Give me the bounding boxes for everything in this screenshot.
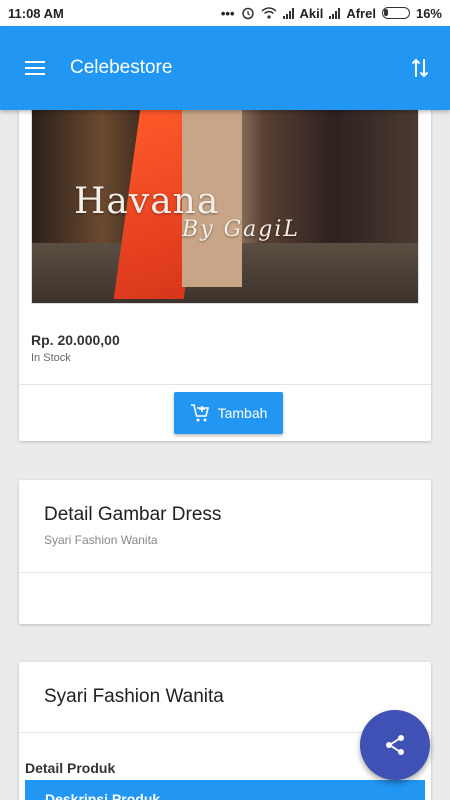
app-bar: Celebestore — [0, 26, 450, 110]
status-time: 11:08 AM — [8, 5, 64, 21]
product-image[interactable]: Havana By GagiL — [31, 110, 419, 304]
share-fab[interactable] — [360, 710, 430, 780]
image-title-line2: By GagiL — [182, 217, 301, 242]
carrier-1: Akil — [299, 5, 324, 21]
detail-card-title: Detail Gambar Dress — [44, 504, 222, 525]
divider — [19, 384, 431, 385]
detail-produk-label: Detail Produk — [25, 760, 116, 776]
stock-status: In Stock — [31, 352, 71, 364]
product-card: Havana By GagiL Rp. 20.000,00 In Stock T… — [19, 110, 431, 441]
detail-card: Detail Gambar Dress Syari Fashion Wanita — [19, 480, 431, 624]
main-content[interactable]: Havana By GagiL Rp. 20.000,00 In Stock T… — [0, 110, 450, 800]
add-button-label: Tambah — [217, 405, 268, 421]
share-icon — [386, 735, 404, 755]
tab-deskripsi-produk[interactable]: Deskripsi Produk — [25, 780, 425, 800]
add-to-cart-button[interactable]: Tambah — [174, 392, 283, 434]
signal-icon-2 — [329, 7, 341, 19]
menu-icon — [25, 61, 45, 75]
status-dots: ••• — [220, 5, 235, 21]
alarm-icon — [241, 7, 254, 20]
sort-icon — [411, 58, 429, 78]
category-card-title: Syari Fashion Wanita — [44, 686, 224, 707]
image-title-line1: Havana — [74, 181, 220, 222]
battery-level: 16% — [415, 5, 442, 21]
menu-button[interactable] — [0, 26, 70, 110]
product-price: Rp. 20.000,00 — [31, 332, 120, 348]
sort-button[interactable] — [390, 26, 450, 110]
battery-icon — [381, 7, 410, 19]
detail-card-subtitle: Syari Fashion Wanita — [44, 533, 158, 547]
add-cart-icon — [190, 404, 209, 422]
status-bar: 11:08 AM ••• Akil Afrel 16% — [0, 0, 450, 26]
wifi-icon — [261, 7, 276, 19]
app-title: Celebestore — [70, 57, 173, 78]
status-icons: ••• Akil Afrel 16% — [221, 6, 442, 21]
signal-icon — [282, 7, 294, 19]
carrier-2: Afrel — [346, 5, 376, 21]
divider — [19, 572, 431, 573]
